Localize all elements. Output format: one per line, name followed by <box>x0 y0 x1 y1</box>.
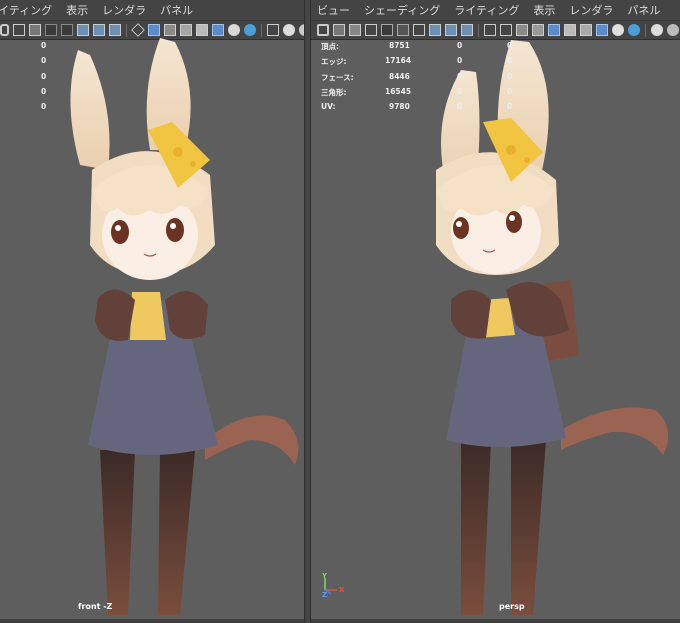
hud-uvs-value: 9780 <box>389 102 410 111</box>
hud-edges-value: 17164 <box>385 56 412 65</box>
axis-z-label: Z <box>322 591 328 599</box>
hud-faces-value: 8446 <box>389 72 410 81</box>
left-viewport-panel[interactable]: イティング 表示 レンダラ パネル 0 0 0 0 0 front -Z <box>0 0 304 623</box>
camera-label: front -Z <box>78 602 113 611</box>
hud-selected-value: 0 <box>457 87 463 96</box>
right-viewport-character <box>324 40 669 615</box>
right-viewport-panel[interactable]: ビュー シェーディング ライティング 表示 レンダラ パネル 頂点: 8751 … <box>311 0 680 623</box>
hud-vertices-value: 8751 <box>389 41 410 50</box>
hud-selected-value: 0 <box>457 41 463 50</box>
hud-selected-value: 0 <box>457 102 463 111</box>
camera-label: persp <box>499 602 525 611</box>
hud-value: 0 <box>41 41 47 50</box>
hud-selected-value: 0 <box>457 56 463 65</box>
hud-triangles-value: 16545 <box>385 87 412 96</box>
viewport-bottom-border <box>311 619 680 623</box>
hud-label-vertices: 頂点: <box>321 42 339 51</box>
hud-label-triangles: 三角形: <box>321 88 347 97</box>
axis-y-label: Y <box>322 572 328 580</box>
hud-components-value: 0 <box>507 87 513 96</box>
hud-value: 0 <box>41 102 47 111</box>
hud-components-value: 0 <box>507 72 513 81</box>
axis-x-label: X <box>339 586 345 594</box>
viewport-bottom-border <box>0 619 304 623</box>
hud-value: 0 <box>41 87 47 96</box>
hud-components-value: 0 <box>507 41 513 50</box>
hud-components-value: 0 <box>507 56 513 65</box>
panel-divider[interactable] <box>304 0 311 623</box>
hud-components-value: 0 <box>507 102 513 111</box>
hud-label-edges: エッジ: <box>321 57 347 66</box>
hud-label-uvs: UV: <box>321 102 336 111</box>
hud-label-faces: フェース: <box>321 73 354 82</box>
hud-value: 0 <box>41 56 47 65</box>
hud-value: 0 <box>41 72 47 81</box>
hud-selected-value: 0 <box>457 72 463 81</box>
